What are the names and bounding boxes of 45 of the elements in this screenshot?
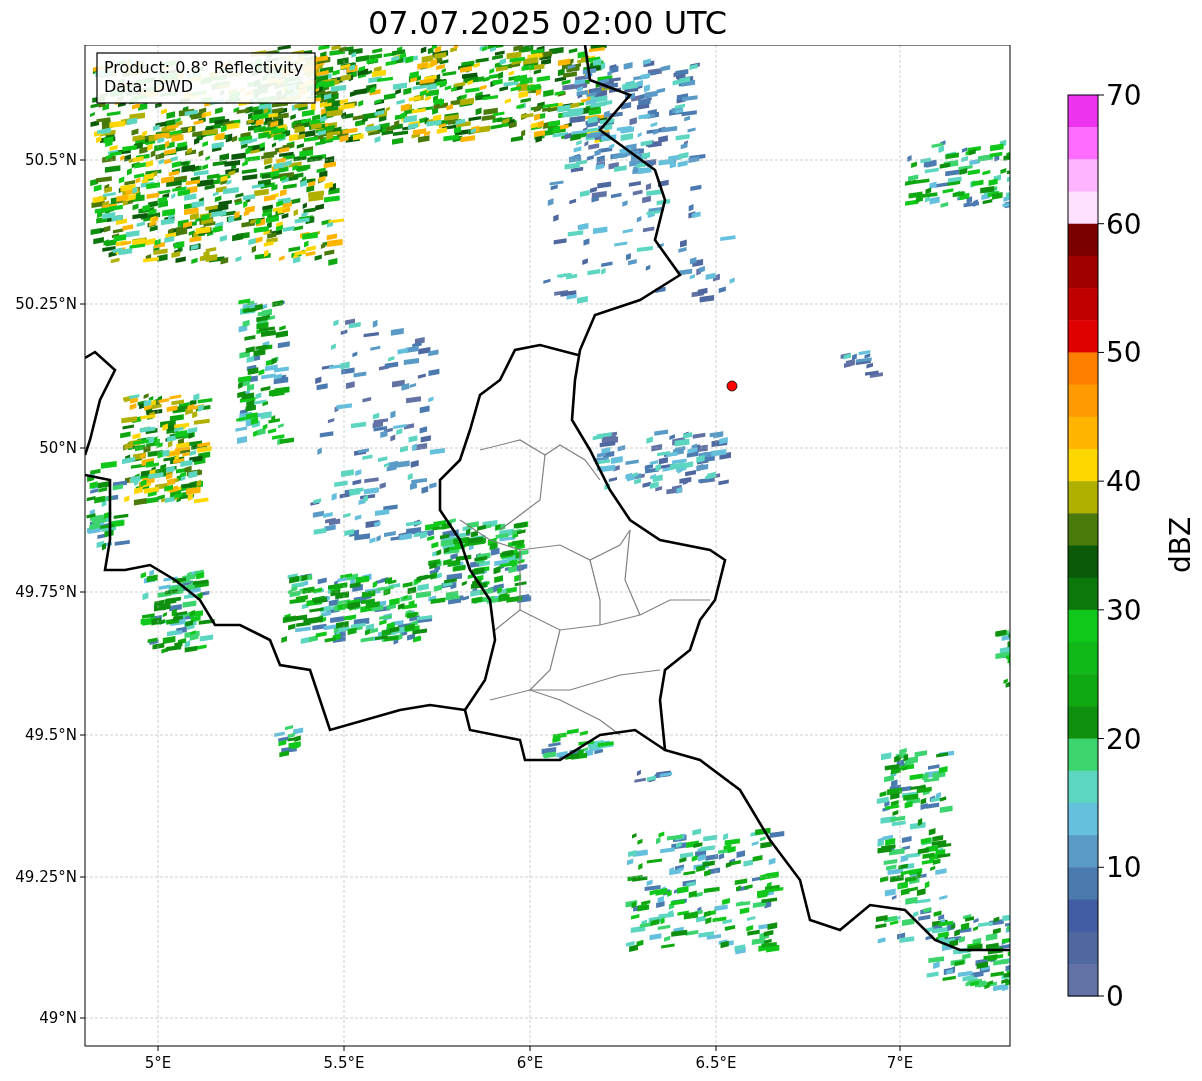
y-tick-label: 50.5°N [24, 151, 77, 169]
tick-mark [79, 876, 86, 878]
tick-mark [1097, 995, 1105, 997]
tick-mark [1097, 866, 1105, 868]
tick-mark [79, 734, 86, 736]
colorbar-tick-label: 0 [1106, 980, 1124, 1013]
location-marker [726, 380, 738, 392]
tick-mark [79, 159, 86, 161]
colorbar-tick-label: 50 [1106, 336, 1142, 370]
tick-mark [1097, 738, 1105, 740]
colorbar-tick-label: 70 [1106, 79, 1142, 112]
y-tick-label: 49.75°N [15, 583, 77, 601]
chart-title: 07.07.2025 02:00 UTC [367, 6, 728, 39]
colorbar-tick-label: 40 [1106, 465, 1142, 499]
colorbar-tick-label: 20 [1106, 722, 1142, 756]
colorbar-tick-label: 30 [1106, 593, 1142, 627]
colorbar-tick-label: 10 [1106, 851, 1142, 885]
colorbar-label: dBZ [1164, 516, 1197, 574]
y-tick-label: 49.25°N [15, 868, 77, 886]
tick-mark [343, 1045, 345, 1052]
tick-mark [79, 1017, 86, 1019]
tick-mark [1097, 609, 1105, 611]
tick-mark [715, 1045, 717, 1052]
tick-mark [1097, 94, 1105, 96]
y-tick-label: 50°N [39, 439, 77, 457]
tick-mark [1097, 480, 1105, 482]
tick-mark [1097, 351, 1105, 353]
x-tick-label: 6.5°E [695, 1054, 737, 1072]
x-tick-label: 7°E [886, 1054, 914, 1072]
x-tick-label: 5°E [144, 1054, 172, 1072]
tick-mark [1097, 223, 1105, 225]
x-tick-label: 5.5°E [323, 1054, 365, 1072]
y-tick-label: 50.25°N [15, 295, 77, 313]
info-text: Product: 0.8° Reflectivity [104, 58, 304, 77]
tick-mark [529, 1045, 531, 1052]
colorbar-tick-label: 60 [1106, 207, 1142, 241]
info-text: Data: DWD [104, 77, 194, 96]
tick-mark [79, 447, 86, 449]
tick-mark [79, 303, 86, 305]
tick-mark [157, 1045, 159, 1052]
x-tick-label: 6°E [516, 1054, 544, 1072]
tick-mark [79, 591, 86, 593]
tick-mark [899, 1045, 901, 1052]
y-tick-label: 49°N [39, 1009, 77, 1027]
y-tick-label: 49.5°N [24, 726, 77, 744]
